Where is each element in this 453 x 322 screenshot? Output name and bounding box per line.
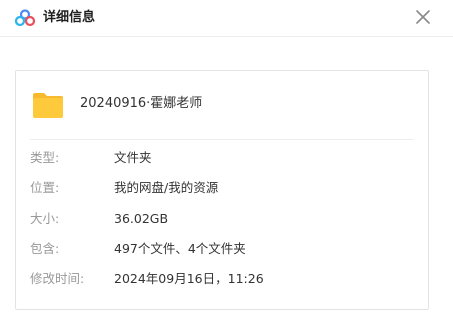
detail-row-location: 位置: 我的网盘/我的资源 xyxy=(16,178,428,198)
folder-name: 20240916·霍娜老师 xyxy=(80,96,203,111)
detail-value: 我的网盘/我的资源 xyxy=(114,180,219,195)
detail-value: 36.02GB xyxy=(114,211,169,226)
detail-value: 文件夹 xyxy=(114,150,152,165)
cloud-logo-icon xyxy=(15,9,35,27)
detail-row-size: 大小: 36.02GB xyxy=(16,209,428,229)
folder-icon xyxy=(33,93,63,118)
detail-label: 包含: xyxy=(30,241,60,256)
detail-label: 大小: xyxy=(30,211,60,226)
detail-row-type: 类型: 文件夹 xyxy=(16,148,428,168)
divider xyxy=(30,139,414,140)
detail-row-modified: 修改时间: 2024年09月16日，11:26 xyxy=(16,269,428,289)
detail-row-contains: 包含: 497个文件、4个文件夹 xyxy=(16,239,428,259)
detail-label: 修改时间: xyxy=(30,271,85,286)
dialog-title: 详细信息 xyxy=(43,10,96,25)
detail-value: 2024年09月16日，11:26 xyxy=(114,271,264,286)
detail-label: 位置: xyxy=(30,180,60,195)
folder-row: 20240916·霍娜老师 xyxy=(16,71,428,139)
details-card: 20240916·霍娜老师 类型: 文件夹 位置: 我的网盘/我的资源 大小: … xyxy=(15,70,429,310)
dialog-header: 详细信息 xyxy=(0,0,453,37)
close-icon[interactable] xyxy=(412,6,434,28)
detail-label: 类型: xyxy=(30,150,60,165)
detail-value: 497个文件、4个文件夹 xyxy=(114,241,246,256)
